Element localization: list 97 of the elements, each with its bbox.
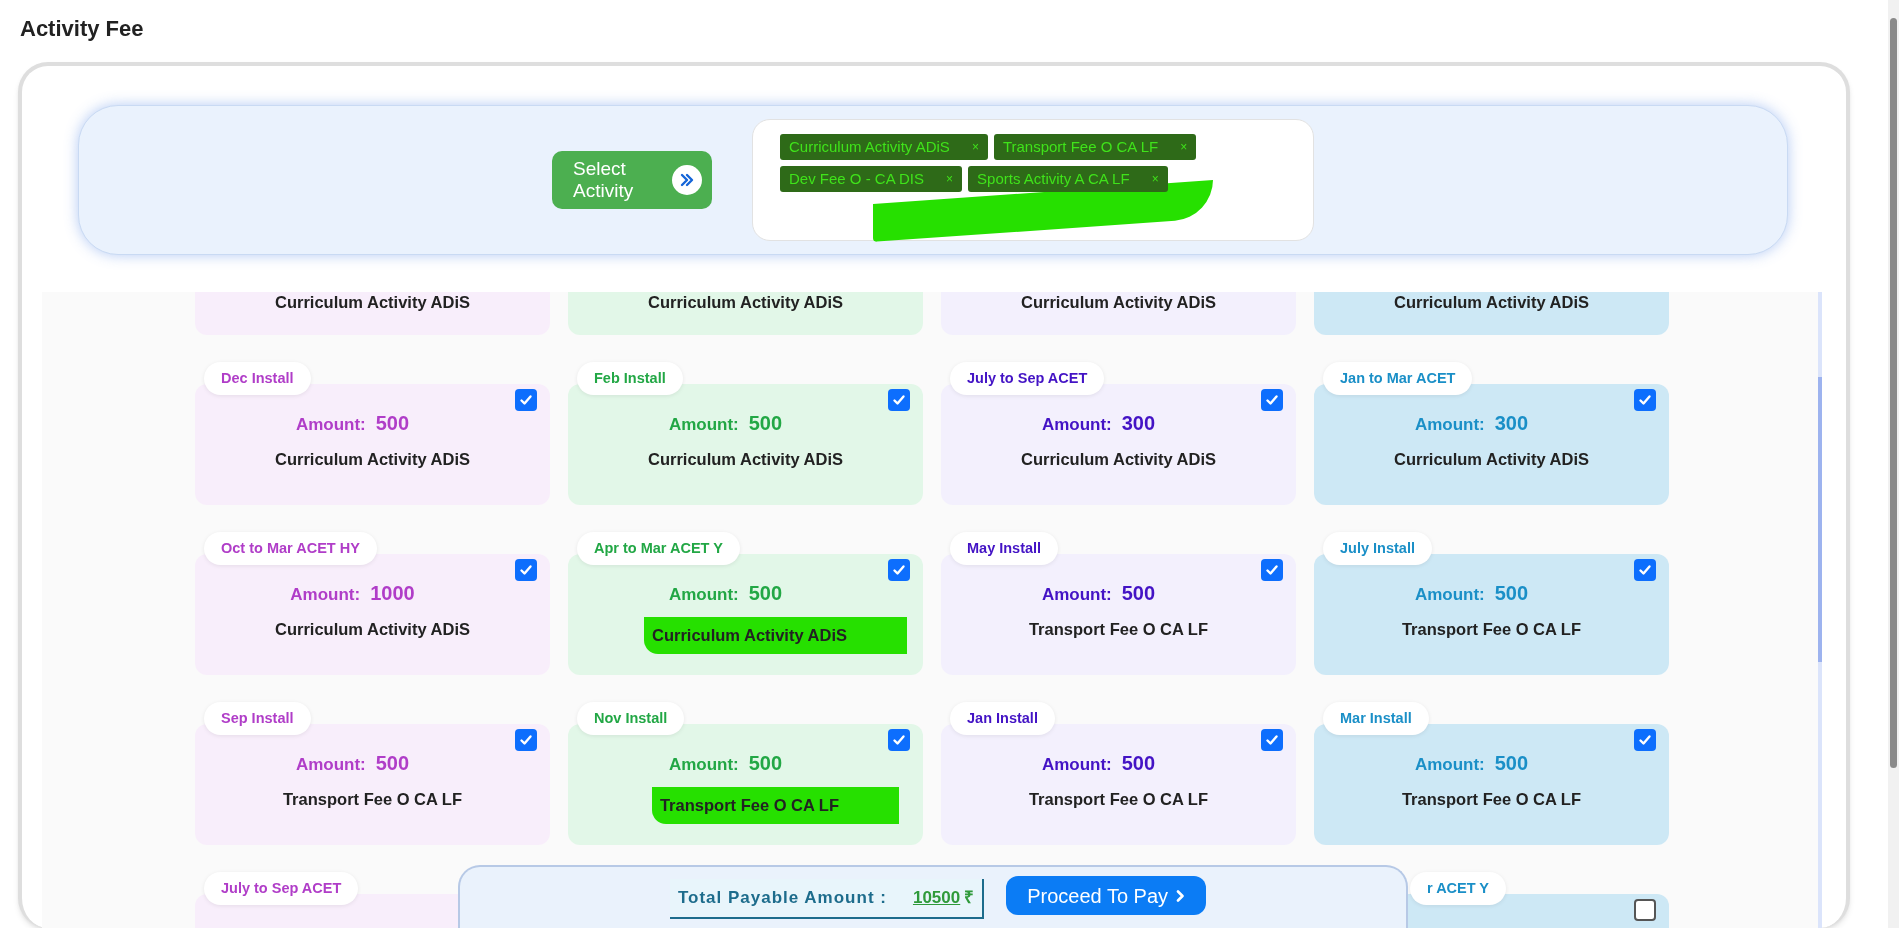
- amount-label: Amount:: [1041, 754, 1112, 776]
- amount-value: 300: [1494, 411, 1529, 436]
- fee-description: Curriculum Activity ADiS: [1394, 292, 1589, 312]
- proceed-to-pay-button[interactable]: Proceed To Pay: [1006, 876, 1207, 915]
- amount-label: Amount:: [295, 754, 366, 776]
- remove-tag-button[interactable]: ×: [1180, 138, 1188, 156]
- fee-description: Curriculum Activity ADiS: [648, 292, 843, 312]
- double-chevron-icon: [672, 165, 702, 195]
- fee-description: Curriculum Activity ADiS: [644, 617, 907, 654]
- remove-tag-button[interactable]: ×: [946, 170, 954, 188]
- fee-description: Curriculum Activity ADiS: [1021, 292, 1216, 312]
- check-icon: [1265, 563, 1279, 577]
- remove-tag-button[interactable]: ×: [971, 138, 979, 156]
- amount-label: Amount:: [290, 584, 361, 606]
- page-scrollbar-thumb[interactable]: [1890, 18, 1897, 768]
- amount-label: Amount:: [668, 584, 739, 606]
- activity-tag: Curriculum Activity ADiS ×: [780, 134, 988, 160]
- checkbox[interactable]: [1634, 389, 1656, 411]
- check-icon: [1638, 563, 1652, 577]
- checkbox[interactable]: [888, 729, 910, 751]
- page-title: Activity Fee: [20, 15, 144, 43]
- check-icon: [892, 563, 906, 577]
- check-icon: [519, 733, 533, 747]
- amount-label: Amount:: [668, 754, 739, 776]
- checkbox[interactable]: [515, 729, 537, 751]
- amount-label: Amount:: [1414, 414, 1485, 436]
- checkbox[interactable]: [1261, 729, 1283, 751]
- installment-label: Mar Install: [1323, 702, 1429, 735]
- amount-label: Amount:: [295, 414, 366, 436]
- amount-label: Amount:: [1041, 414, 1112, 436]
- checkbox[interactable]: [1634, 559, 1656, 581]
- checkbox[interactable]: [515, 389, 537, 411]
- fee-description: Curriculum Activity ADiS: [275, 619, 470, 640]
- check-icon: [519, 393, 533, 407]
- installment-label: Jan to Mar ACET: [1323, 362, 1473, 395]
- checkbox[interactable]: [888, 559, 910, 581]
- installment-label: Apr to Mar ACET Y: [577, 532, 740, 565]
- installment-label: Oct to Mar ACET HY: [204, 532, 377, 565]
- fee-description: Transport Fee O CA LF: [282, 789, 463, 810]
- check-icon: [1265, 393, 1279, 407]
- installment-label: Sep Install: [204, 702, 311, 735]
- amount-label: Amount:: [668, 414, 739, 436]
- installment-label: July Install: [1323, 532, 1432, 565]
- checkbox[interactable]: [1261, 389, 1283, 411]
- fee-description: Curriculum Activity ADiS: [1021, 449, 1216, 470]
- checkbox[interactable]: [1634, 899, 1656, 921]
- fee-description: Transport Fee O CA LF: [1401, 789, 1582, 810]
- installment-label: r ACET Y: [1410, 872, 1507, 905]
- check-icon: [892, 393, 906, 407]
- amount-value: 500: [748, 751, 783, 776]
- installment-label: Nov Install: [577, 702, 685, 735]
- amount-value: 500: [375, 411, 410, 436]
- amount-value: 500: [375, 751, 410, 776]
- scrollbar-thumb[interactable]: [1818, 377, 1822, 662]
- amount-value: 500: [1494, 581, 1529, 606]
- installment-label: Jan Install: [950, 702, 1055, 735]
- checkbox[interactable]: [1261, 559, 1283, 581]
- installment-label: May Install: [950, 532, 1059, 565]
- amount-label: Amount:: [1414, 754, 1485, 776]
- amount-value: 500: [1494, 751, 1529, 776]
- fee-description: Curriculum Activity ADiS: [1394, 449, 1589, 470]
- installment-label: July to Sep ACET: [204, 872, 359, 905]
- chevron-right-icon: [1176, 889, 1186, 902]
- fee-description: Transport Fee O CA LF: [651, 787, 900, 824]
- installment-label: Dec Install: [204, 362, 311, 395]
- check-icon: [1638, 393, 1652, 407]
- installment-label: July to Sep ACET: [950, 362, 1105, 395]
- fee-description: Transport Fee O CA LF: [1028, 789, 1209, 810]
- checkbox[interactable]: [1634, 729, 1656, 751]
- fee-description: Transport Fee O CA LF: [1028, 619, 1209, 640]
- fee-description: Curriculum Activity ADiS: [275, 449, 470, 470]
- installment-label: Feb Install: [577, 362, 683, 395]
- amount-label: Amount:: [1414, 584, 1485, 606]
- check-icon: [892, 733, 906, 747]
- fee-description: Transport Fee O CA LF: [1401, 619, 1582, 640]
- activity-tag: Dev Fee O - CA DIS ×: [780, 166, 963, 192]
- total-label: Total Payable Amount :: [677, 887, 887, 910]
- activity-tag: Transport Fee O CA LF ×: [993, 134, 1197, 160]
- check-icon: [519, 563, 533, 577]
- select-activity-button[interactable]: Select Activity: [552, 151, 712, 209]
- remove-tag-button[interactable]: ×: [1151, 170, 1159, 188]
- checkbox[interactable]: [515, 559, 537, 581]
- amount-value: 500: [1121, 751, 1156, 776]
- check-icon: [1638, 733, 1652, 747]
- currency-symbol: ₹: [964, 887, 975, 910]
- check-icon: [1265, 733, 1279, 747]
- amount-label: Amount:: [1041, 584, 1112, 606]
- activity-tag: Sports Activity A CA LF ×: [968, 166, 1168, 192]
- amount-value: 500: [748, 411, 783, 436]
- amount-value: 500: [1121, 581, 1156, 606]
- amount-value: 1000: [370, 581, 415, 606]
- total-amount: 10500: [912, 887, 961, 910]
- amount-value: 300: [1121, 411, 1156, 436]
- amount-value: 500: [748, 581, 783, 606]
- fee-description: Curriculum Activity ADiS: [275, 292, 470, 312]
- fee-description: Curriculum Activity ADiS: [648, 449, 843, 470]
- checkbox[interactable]: [888, 389, 910, 411]
